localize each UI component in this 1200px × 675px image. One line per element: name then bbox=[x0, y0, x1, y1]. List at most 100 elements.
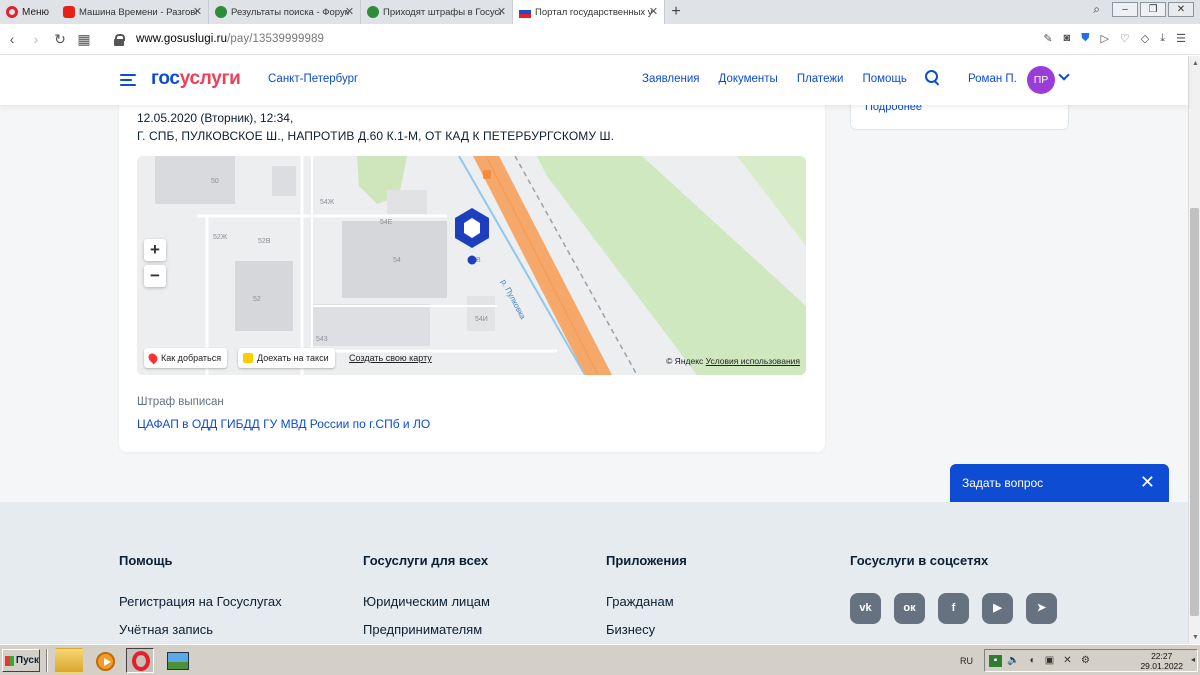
security-icon[interactable]: ▣ bbox=[1043, 655, 1056, 667]
volume-icon[interactable]: 🔈 bbox=[1007, 655, 1020, 667]
issuer-link[interactable]: ЦАФАП в ОДД ГИБДД ГУ МВД России по г.СПб… bbox=[137, 417, 430, 431]
footer-link[interactable]: Учётная запись bbox=[119, 622, 282, 637]
send-icon[interactable]: ▷ bbox=[1100, 32, 1108, 45]
map-label: 50 bbox=[211, 178, 219, 185]
network-icon[interactable]: ⚙ bbox=[1079, 655, 1092, 667]
route-button[interactable]: Как добраться bbox=[144, 348, 228, 368]
more-details-link[interactable]: Подробнее bbox=[865, 105, 922, 113]
page-content: 12.05.2020 (Вторник), 12:34, Г. СПБ, ПУЛ… bbox=[0, 105, 1188, 502]
reload-button[interactable]: ↻ bbox=[48, 31, 72, 48]
browser-tab[interactable]: Приходят штрафы в Госуслу ✕ bbox=[361, 0, 514, 24]
tab-close-icon[interactable]: ✕ bbox=[345, 5, 354, 18]
system-clock[interactable]: 22:27 29.01.2022 bbox=[1140, 651, 1183, 671]
vpn-shield-icon[interactable]: ⛊ bbox=[1081, 32, 1089, 45]
page-scrollbar[interactable]: ▲ ▼ bbox=[1188, 56, 1200, 644]
download-icon[interactable]: ⤓ bbox=[1160, 32, 1165, 45]
easy-setup-icon[interactable]: ☰ bbox=[1176, 32, 1186, 45]
url-field[interactable]: www.gosuslugi.ru/pay/13539999989 bbox=[136, 33, 324, 45]
close-icon[interactable]: ✕ bbox=[1140, 472, 1155, 493]
map-canvas bbox=[137, 156, 806, 375]
footer-link[interactable]: Бизнесу bbox=[606, 622, 687, 637]
language-indicator[interactable]: RU bbox=[960, 656, 973, 666]
tab-close-icon[interactable]: ✕ bbox=[193, 5, 202, 18]
address-bar-actions: ✎ ◙ ⛊ ▷ ♡ ◇ ⤓ ☰ bbox=[1043, 32, 1186, 45]
speed-dial-icon[interactable]: ▦ bbox=[72, 31, 96, 48]
avatar[interactable]: ПР bbox=[1027, 66, 1055, 94]
close-window-button[interactable]: ✕ bbox=[1168, 2, 1194, 17]
back-button[interactable]: ‹ bbox=[0, 31, 24, 47]
footer-column-socials: Госуслуги в соцсетях vk ок f ▶ ➤ bbox=[850, 553, 1057, 624]
site-footer: Помощь Регистрация на Госуслугах Учётная… bbox=[0, 502, 1188, 644]
maximize-button[interactable]: ❐ bbox=[1140, 2, 1166, 17]
media-player-icon[interactable] bbox=[91, 648, 119, 673]
map-label: 52 bbox=[253, 296, 261, 303]
footer-column-title: Приложения bbox=[606, 553, 687, 568]
footer-link[interactable]: Гражданам bbox=[606, 594, 687, 609]
new-tab-button[interactable]: + bbox=[665, 3, 687, 21]
tab-title: Машина Времени - Разговор bbox=[79, 6, 198, 18]
map-label: 54 bbox=[393, 257, 401, 264]
ask-question-widget[interactable]: Задать вопрос ✕ bbox=[950, 464, 1169, 502]
footer-link[interactable]: Предпринимателям bbox=[363, 622, 490, 637]
scroll-up-icon[interactable]: ▲ bbox=[1192, 60, 1199, 67]
footer-column-title: Госуслуги для всех bbox=[363, 553, 489, 568]
browser-tab[interactable]: Результаты поиска - Форум ✕ bbox=[209, 0, 362, 24]
create-map-link[interactable]: Создать свою карту bbox=[349, 353, 432, 363]
gosuslugi-logo[interactable]: госуслуги bbox=[151, 68, 241, 90]
youtube-icon[interactable]: ▶ bbox=[982, 593, 1013, 624]
vk-icon[interactable]: vk bbox=[850, 593, 881, 624]
tab-close-icon[interactable]: ✕ bbox=[497, 5, 506, 18]
start-button[interactable]: Пуск bbox=[2, 649, 40, 672]
minimize-button[interactable]: – bbox=[1112, 2, 1138, 17]
footer-link[interactable]: Юридическим лицам bbox=[363, 594, 490, 609]
region-selector[interactable]: Санкт-Петербург bbox=[268, 73, 358, 85]
opera-logo-icon bbox=[6, 6, 18, 18]
nav-item-applications[interactable]: Заявления bbox=[642, 73, 700, 85]
opera-taskbar-icon[interactable] bbox=[126, 648, 154, 673]
cube-icon[interactable]: ◇ bbox=[1141, 32, 1149, 45]
map-label: 52Ж bbox=[213, 234, 228, 241]
scroll-down-icon[interactable]: ▼ bbox=[1192, 634, 1199, 641]
heart-icon[interactable]: ♡ bbox=[1120, 32, 1130, 45]
scrollbar-thumb[interactable] bbox=[1190, 208, 1199, 616]
telegram-icon[interactable]: ➤ bbox=[1026, 593, 1057, 624]
forward-button[interactable]: › bbox=[24, 31, 48, 47]
chevron-down-icon[interactable] bbox=[1058, 69, 1070, 81]
tab-title: Результаты поиска - Форум bbox=[231, 6, 350, 18]
file-manager-icon[interactable] bbox=[55, 648, 83, 673]
opera-menu-label: Меню bbox=[22, 6, 50, 18]
yandex-map[interactable]: 50 54Ж 54Е 52Ж 52В 54 В 52 54И 543 р. Пу… bbox=[137, 156, 806, 375]
edit-icon[interactable]: ✎ bbox=[1043, 32, 1052, 45]
browser-tab-active[interactable]: Портал государственных ус ✕ bbox=[513, 0, 666, 24]
facebook-icon[interactable]: f bbox=[938, 593, 969, 624]
location-pin-icon bbox=[146, 351, 160, 365]
taskbar: Пуск RU ▪ 🔈 ◖ ▣ ✕ ⚙ 22:27 29.01.2022 ◂ bbox=[0, 644, 1200, 675]
odnoklassniki-icon[interactable]: ок bbox=[894, 593, 925, 624]
camera-icon[interactable]: ◙ bbox=[1064, 32, 1071, 45]
tools-icon[interactable]: ✕ bbox=[1061, 655, 1074, 667]
opera-menu-button[interactable]: Меню bbox=[0, 0, 57, 24]
nav-item-help[interactable]: Помощь bbox=[862, 73, 906, 85]
browser-tab-bar: Меню Машина Времени - Разговор ✕ Результ… bbox=[0, 0, 1200, 24]
clock-date: 29.01.2022 bbox=[1140, 661, 1183, 671]
menu-burger-icon[interactable] bbox=[120, 73, 136, 87]
nav-item-documents[interactable]: Документы bbox=[719, 73, 778, 85]
zoom-in-button[interactable]: + bbox=[144, 239, 166, 261]
windows-flag-icon bbox=[5, 655, 14, 666]
sound-icon[interactable]: ◖ bbox=[1025, 655, 1038, 667]
taxi-button[interactable]: Доехать на такси bbox=[238, 348, 335, 368]
browser-tab[interactable]: Машина Времени - Разговор ✕ bbox=[57, 0, 210, 24]
tab-search-icon[interactable]: ⌕ bbox=[1093, 2, 1100, 17]
nav-item-payments[interactable]: Платежи bbox=[797, 73, 844, 85]
zoom-out-button[interactable]: − bbox=[144, 265, 166, 287]
forum-icon bbox=[215, 6, 228, 18]
tab-close-icon[interactable]: ✕ bbox=[649, 5, 658, 18]
clock-time: 22:27 bbox=[1151, 651, 1173, 661]
footer-link[interactable]: Регистрация на Госуслугах bbox=[119, 594, 282, 609]
user-name[interactable]: Роман П. bbox=[968, 73, 1017, 85]
nvidia-icon[interactable]: ▪ bbox=[989, 655, 1002, 667]
tray-expand-icon[interactable]: ◂ bbox=[1191, 655, 1195, 664]
search-icon[interactable] bbox=[925, 70, 941, 86]
image-viewer-icon[interactable] bbox=[163, 648, 191, 673]
terms-link[interactable]: Условия использования bbox=[706, 356, 800, 366]
